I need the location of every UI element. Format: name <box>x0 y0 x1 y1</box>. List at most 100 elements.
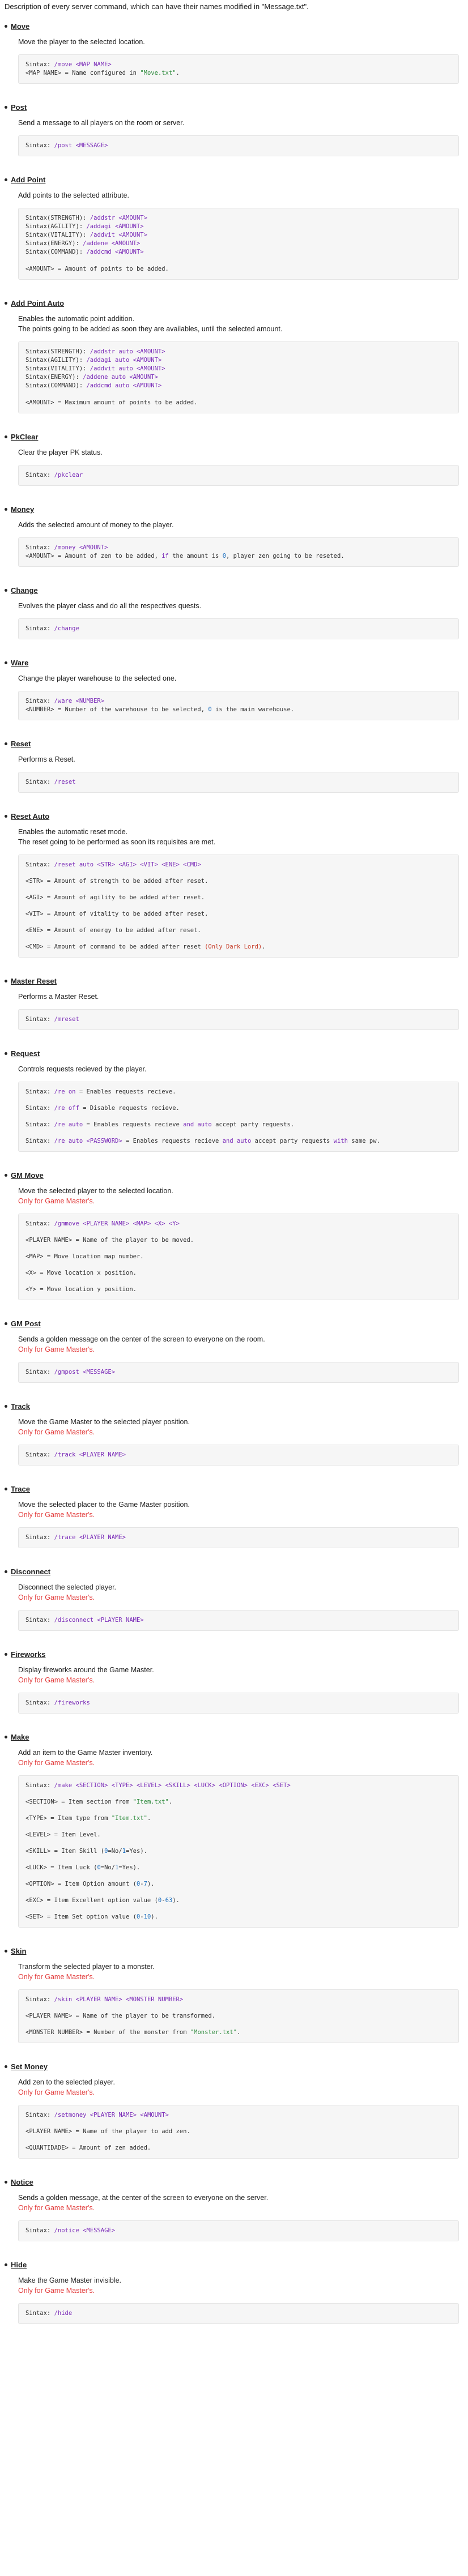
code-block[interactable]: Sintax: /post <MESSAGE> <box>18 135 459 156</box>
code-line: <OPTION> = Item Option amount (0-7). <box>25 1880 452 1889</box>
code-line: Sintax: /gmmove <PLAYER NAME> <MAP> <X> … <box>25 1220 452 1228</box>
code-block[interactable]: Sintax: /gmmove <PLAYER NAME> <MAP> <X> … <box>18 1214 459 1300</box>
code-token: <PLAYER NAME> = Name of the player to be… <box>25 1237 194 1244</box>
code-block[interactable]: Sintax: /notice <MESSAGE> <box>18 2220 459 2241</box>
bullet-icon <box>5 1570 7 1573</box>
command-section-add-point: Add Point Add points to the selected attr… <box>5 176 463 280</box>
code-token: =No/ <box>108 1848 122 1855</box>
code-block[interactable]: Sintax(STRENGTH): /addstr auto <AMOUNT> S… <box>18 341 459 413</box>
command-title-text: Master Reset <box>11 977 57 985</box>
command-title-text: Request <box>11 1049 40 1058</box>
code-token: /skin <PLAYER NAME> <MONSTER NUMBER> <box>54 1996 184 2003</box>
code-token: <PLAYER NAME> = Name of the player to be… <box>25 2013 216 2019</box>
code-token: /addene auto <AMOUNT> <box>83 374 158 381</box>
code-block[interactable]: Sintax: /track <PLAYER NAME> <box>18 1445 459 1466</box>
bullet-icon <box>5 1653 7 1656</box>
command-title: Add Point Auto <box>5 299 463 307</box>
command-title-text: Set Money <box>11 2062 48 2071</box>
command-title: Track <box>5 1402 463 1411</box>
code-block[interactable]: Sintax(STRENGTH): /addstr <AMOUNT> Sintax… <box>18 208 459 280</box>
code-token: <QUANTIDADE> = Amount of zen added. <box>25 2144 151 2151</box>
code-block[interactable]: Sintax: /change <box>18 618 459 639</box>
command-section-disconnect: Disconnect Disconnect the selected player… <box>5 1567 463 1631</box>
code-line: Sintax(COMMAND): /addcmd auto <AMOUNT> <box>25 382 452 390</box>
code-block[interactable]: Sintax: /make <SECTION> <TYPE> <LEVEL> <… <box>18 1775 459 1928</box>
code-line: <CMD> = Amount of command to be added af… <box>25 943 452 951</box>
command-section-ware: Ware Change the player warehouse to the s… <box>5 659 463 720</box>
code-token: Sintax(AGILITY): <box>25 223 87 230</box>
code-line: <PLAYER NAME> = Name of the player to be… <box>25 1236 452 1245</box>
gm-only-note: Only for Game Master's. <box>18 2287 95 2295</box>
code-token: = Enables requests recieve <box>83 1121 184 1128</box>
code-block[interactable]: Sintax: /mreset <box>18 1009 459 1030</box>
command-section-skin: Skin Transform the selected player to a m… <box>5 1947 463 2043</box>
code-block[interactable]: Sintax: /reset <box>18 772 459 793</box>
command-section-set-money: Set Money Add zen to the selected player.… <box>5 2062 463 2159</box>
code-token: ). <box>147 1881 155 1887</box>
code-line: Sintax: /gmpost <MESSAGE> <box>25 1368 452 1377</box>
command-title: GM Post <box>5 1319 463 1328</box>
gm-only-note: Only for Game Master's. <box>18 1676 95 1684</box>
code-block[interactable]: Sintax: /gmpost <MESSAGE> <box>18 1362 459 1383</box>
command-title-text: Skin <box>11 1947 27 1955</box>
code-token: /gmpost <MESSAGE> <box>54 1369 116 1375</box>
code-block[interactable]: Sintax: /skin <PLAYER NAME> <MONSTER NUM… <box>18 1989 459 2043</box>
code-token: "Item.txt" <box>133 1798 169 1805</box>
code-token: /change <box>54 625 79 632</box>
code-block[interactable]: Sintax: /ware <NUMBER> <NUMBER> = Number … <box>18 691 459 720</box>
code-block[interactable]: Sintax: /hide <box>18 2303 459 2324</box>
command-title: Trace <box>5 1485 463 1493</box>
command-title: Skin <box>5 1947 463 1955</box>
command-section-move: Move Move the player to the selected loca… <box>5 22 463 84</box>
code-token: /notice <MESSAGE> <box>54 2227 116 2234</box>
code-token: /addstr <AMOUNT> <box>90 215 147 221</box>
code-token: Sintax: <box>25 1534 54 1541</box>
code-token: Sintax(AGILITY): <box>25 357 87 364</box>
code-token: /addene <AMOUNT> <box>83 240 141 247</box>
bullet-icon <box>5 2181 7 2184</box>
code-line: <MAP> = Move location map number. <box>25 1253 452 1261</box>
code-block[interactable]: Sintax: /reset auto <STR> <AGI> <VIT> <E… <box>18 855 459 958</box>
code-token: Sintax: <box>25 1996 54 2003</box>
code-token: same pw. <box>347 1138 380 1144</box>
code-block[interactable]: Sintax: /money <AMOUNT> <AMOUNT> = Amount… <box>18 537 459 567</box>
code-token: Sintax: <box>25 2227 54 2234</box>
code-token: . <box>236 2029 241 2036</box>
code-token: <Y> = Move location y position. <box>25 1286 137 1293</box>
code-block[interactable]: Sintax: /trace <PLAYER NAME> <box>18 1527 459 1548</box>
code-line: Sintax(AGILITY): /addagi <AMOUNT> <box>25 223 452 231</box>
code-line: <AMOUNT> = Maximum amount of points to b… <box>25 399 452 407</box>
code-token: Sintax: <box>25 472 54 479</box>
code-block[interactable]: Sintax: /setmoney <PLAYER NAME> <AMOUNT>… <box>18 2105 459 2159</box>
code-line: <X> = Move location x position. <box>25 1269 452 1278</box>
code-token: <SKILL> = Item Skill ( <box>25 1848 105 1855</box>
command-section-reset: Reset Performs a Reset. Sintax: /reset <box>5 740 463 793</box>
code-block[interactable]: Sintax: /fireworks <box>18 1693 459 1714</box>
code-line: <MAP NAME> = Name configured in "Move.tx… <box>25 69 452 78</box>
code-block[interactable]: Sintax: /move <MAP NAME> <MAP NAME> = Nam… <box>18 54 459 84</box>
command-title-text: Trace <box>11 1485 30 1493</box>
code-block[interactable]: Sintax: /pkclear <box>18 465 459 486</box>
bullet-icon <box>5 742 7 745</box>
command-description: Add points to the selected attribute. <box>18 191 129 199</box>
command-section-fireworks: Fireworks Display fireworks around the Ga… <box>5 1650 463 1714</box>
code-block[interactable]: Sintax: /re on = Enables requests reciev… <box>18 1082 459 1152</box>
command-section-hide: Hide Make the Game Master invisible. Only … <box>5 2261 463 2324</box>
command-title: Reset Auto <box>5 812 463 821</box>
command-section-pkclear: PkClear Clear the player PK status. Sintax… <box>5 433 463 486</box>
code-block[interactable]: Sintax: /disconnect <PLAYER NAME> <box>18 1610 459 1631</box>
code-token: /trace <PLAYER NAME> <box>54 1534 126 1541</box>
code-token: accept party requests <box>251 1138 334 1144</box>
code-line: <LUCK> = Item Luck (0=No/1=Yes). <box>25 1864 452 1872</box>
code-token: Sintax: <box>25 1105 54 1112</box>
code-token: /make <SECTION> <TYPE> <LEVEL> <SKILL> <… <box>54 1782 291 1789</box>
code-line: <TYPE> = Item type from "Item.txt". <box>25 1814 452 1823</box>
command-title-text: Change <box>11 586 38 595</box>
code-token: . <box>147 1815 151 1822</box>
document: Description of every server command, whi… <box>0 0 468 2366</box>
command-description: Performs a Master Reset. <box>18 993 99 1001</box>
gm-only-note: Only for Game Master's. <box>18 1759 95 1767</box>
code-token: is the main warehouse. <box>211 706 295 713</box>
command-title: Post <box>5 103 463 112</box>
code-line: Sintax: /change <box>25 625 452 633</box>
